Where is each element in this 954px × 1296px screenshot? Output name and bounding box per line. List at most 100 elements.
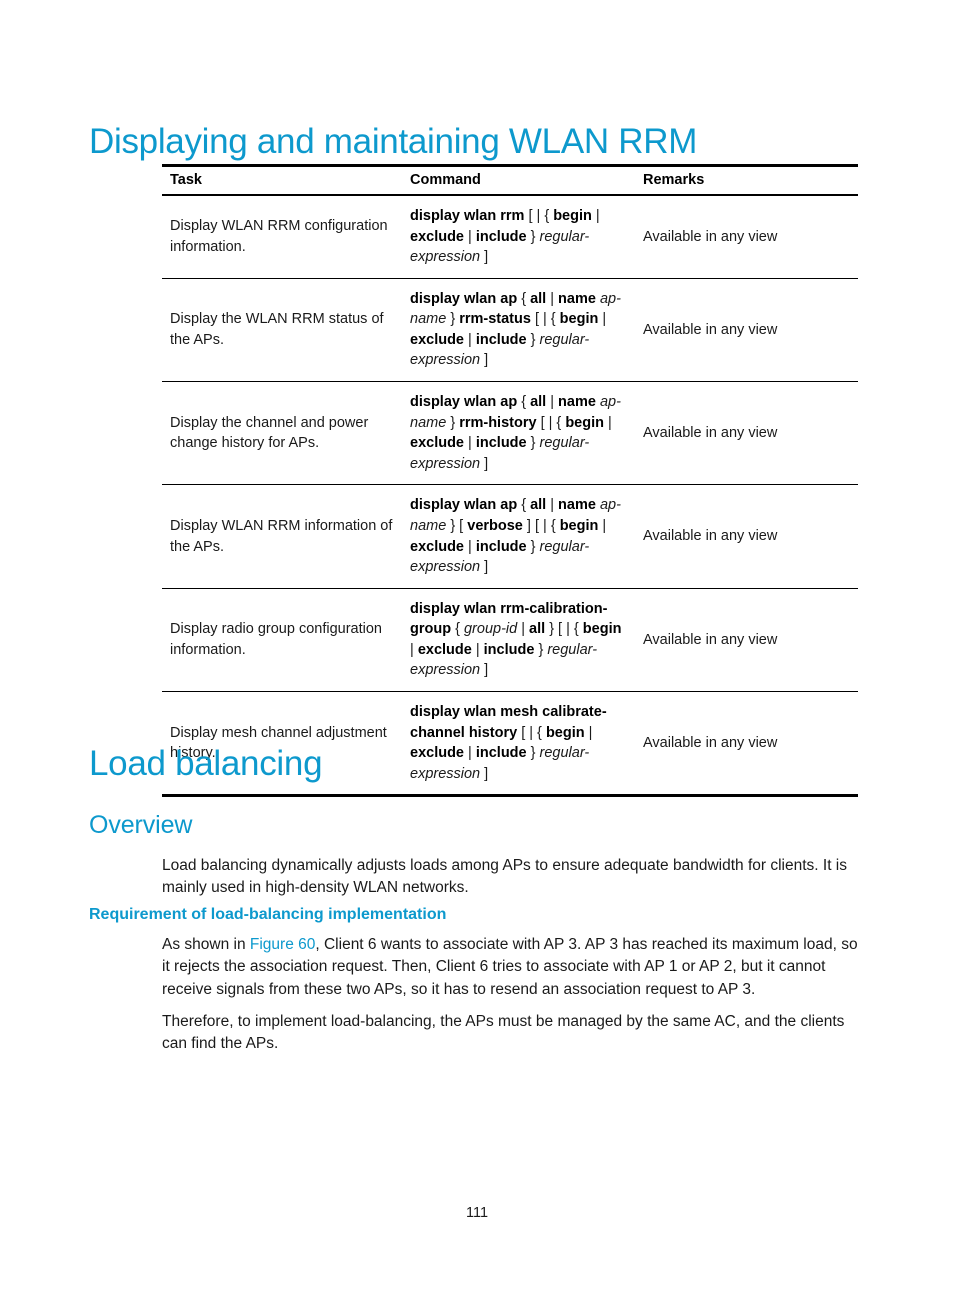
document-page: Displaying and maintaining WLAN RRM Task…: [0, 0, 954, 1296]
command-token: ]: [484, 352, 489, 369]
cell-remarks: Available in any view: [635, 484, 858, 589]
command-token: display wlan mesh: [410, 703, 539, 720]
command-token: }: [530, 331, 536, 348]
command-token: |: [468, 435, 472, 452]
command-token: verbose: [467, 517, 523, 534]
command-token: begin: [565, 414, 604, 431]
command-token: include: [475, 331, 527, 348]
command-token: }: [538, 641, 544, 658]
command-token: |: [595, 208, 600, 224]
cell-remarks: Available in any view: [635, 381, 858, 486]
command-token: }: [450, 414, 456, 431]
command-token: |: [475, 641, 480, 658]
cell-task: Display the WLAN RRM status of the APs.: [162, 278, 402, 383]
cell-command: display wlan rrm-calibration-group { gro…: [402, 588, 635, 692]
command-token: |: [521, 621, 525, 638]
command-token: ]: [484, 455, 489, 472]
cell-remarks: Available in any view: [635, 691, 858, 798]
table-row: Display radio group configuration inform…: [162, 588, 858, 692]
command-token: {: [521, 497, 527, 514]
command-token: |: [410, 641, 414, 658]
table-row: Display the WLAN RRM status of the APs. d…: [162, 278, 858, 383]
chapter-title: Load balancing: [89, 744, 323, 784]
page-title: Displaying and maintaining WLAN RRM: [89, 122, 698, 162]
figure-intro-text: As shown in: [162, 935, 250, 953]
subsubsection-title-requirement: Requirement of load-balancing implementa…: [89, 906, 447, 923]
command-token: [ | {: [540, 414, 562, 431]
cell-command: display wlan ap { all | name ap-name } r…: [402, 381, 635, 486]
page-number: 111: [465, 1205, 489, 1221]
command-token: |: [602, 517, 607, 534]
command-token: group-id: [463, 621, 518, 638]
table-header-row: Task Command Remarks: [162, 164, 858, 196]
command-token: name: [558, 290, 596, 307]
command-token: }: [530, 228, 536, 245]
table-row: Display WLAN RRM configuration informati…: [162, 195, 858, 279]
command-token: all: [530, 290, 547, 307]
cell-command: display wlan mesh calibrate-channel hist…: [402, 691, 635, 798]
cell-command: display wlan ap { all | name ap-name } r…: [402, 278, 635, 383]
command-token: }: [530, 538, 536, 555]
command-token: [ | {: [521, 724, 542, 741]
command-token: rrm-history: [459, 414, 537, 431]
command-token: begin: [559, 517, 599, 534]
command-token: }: [530, 435, 536, 452]
command-token: } [ | {: [549, 621, 579, 638]
command-token: |: [550, 497, 555, 514]
command-token: rrm-status: [459, 311, 531, 328]
cell-task: Display the channel and power change his…: [162, 381, 402, 486]
command-token: include: [475, 435, 527, 452]
command-token: include: [475, 538, 527, 555]
command-token: {: [455, 621, 460, 638]
command-token: |: [588, 724, 593, 741]
command-token: display wlan ap: [410, 394, 518, 411]
paragraph-therefore: Therefore, to implement load-balancing, …: [162, 1012, 845, 1053]
cell-remarks: Available in any view: [635, 195, 858, 279]
cell-remarks: Available in any view: [635, 588, 858, 692]
command-token: {: [521, 394, 527, 411]
command-token: include: [475, 228, 527, 245]
command-token: begin: [545, 724, 585, 741]
command-token: display wlan ap: [410, 497, 518, 514]
command-token: exclude: [410, 228, 464, 245]
command-token: }: [530, 745, 536, 762]
command-token: exclude: [410, 538, 464, 555]
command-token: begin: [559, 311, 599, 328]
command-token: include: [475, 745, 527, 762]
command-token: begin: [582, 621, 622, 638]
column-header-remarks: Remarks: [635, 164, 858, 196]
command-token: exclude: [410, 745, 464, 762]
command-token: ]: [484, 249, 489, 266]
command-token: ]: [484, 559, 489, 576]
cell-remarks: Available in any view: [635, 278, 858, 383]
figure-60-link[interactable]: Figure 60: [250, 936, 315, 953]
command-reference-table: Task Command Remarks Display WLAN RRM co…: [162, 164, 858, 798]
cell-task: Display WLAN RRM information of the APs.: [162, 484, 402, 589]
command-token: |: [550, 394, 555, 411]
cell-task: Display WLAN RRM configuration informati…: [162, 195, 402, 279]
paragraph-figure-reference: As shown in Figure 60, Client 6 wants to…: [162, 934, 863, 1002]
column-header-command: Command: [402, 164, 635, 196]
command-token: |: [550, 290, 555, 307]
column-header-task: Task: [162, 164, 402, 196]
cell-task: Display radio group configuration inform…: [162, 588, 402, 692]
command-token: |: [468, 228, 472, 245]
table-body: Display WLAN RRM configuration informati…: [162, 195, 858, 798]
paragraph-overview: Load balancing dynamically adjusts loads…: [162, 856, 848, 897]
command-token: display wlan: [410, 600, 497, 617]
command-token: exclude: [410, 331, 464, 348]
command-token: all: [530, 394, 547, 411]
command-token: exclude: [410, 435, 464, 452]
command-token: exclude: [417, 641, 472, 658]
command-token: begin: [553, 208, 592, 224]
command-token: display wlan rrm: [410, 208, 525, 224]
command-token: ] [ | {: [526, 517, 556, 534]
command-token: [ | {: [528, 208, 550, 224]
command-token: }: [450, 311, 456, 328]
command-token: [ | {: [534, 311, 556, 328]
command-token: |: [602, 311, 607, 328]
subsection-title-overview: Overview: [89, 810, 193, 839]
table-row: Display the channel and power change his…: [162, 381, 858, 486]
command-token: display wlan ap: [410, 290, 518, 307]
command-token: |: [468, 538, 472, 555]
